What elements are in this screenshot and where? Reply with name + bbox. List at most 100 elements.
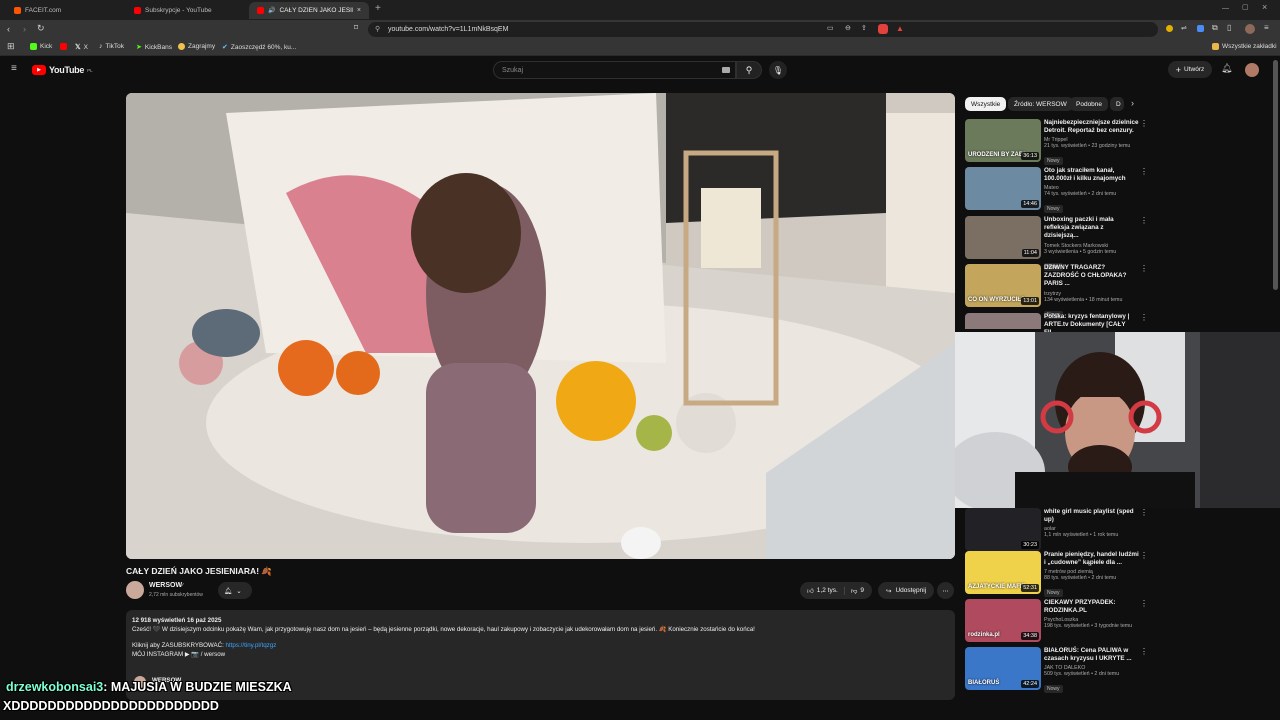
reload-icon[interactable]: ↻ [37,24,45,33]
close-window-icon[interactable]: × [1262,3,1267,12]
all-bookmarks[interactable]: Wszystkie zakładki [1212,43,1277,50]
logo-region: PL [87,67,93,73]
more-vertical-icon[interactable]: ⋮ [1140,647,1148,656]
video-meta: 3 wyświetlenia • 5 godzin temu [1044,248,1117,255]
bookmark-x[interactable]: 𝕏 X [75,43,88,52]
page-scrollbar[interactable] [1273,60,1278,290]
url-field[interactable]: ⚲ youtube.com/watch?v=1L1mNkBsqEM [368,22,1158,37]
youtube-logo[interactable]: ▶ YouTube PL [32,65,93,75]
account-avatar[interactable] [1245,63,1259,77]
recommended-video[interactable]: AZJATYCKIE MAFIE 52:31 Pranie pieniędzy, h… [965,551,1265,598]
channel-name[interactable]: WERSOW [149,582,182,589]
more-vertical-icon[interactable]: ⋮ [1140,264,1148,273]
speaker-icon: 🔊 [268,7,276,14]
recommended-video[interactable]: BIAŁORUŚ 42:24 BIAŁORUŚ: Cena PALIWA w cza… [965,647,1265,695]
chip-more[interactable]: D [1110,97,1124,111]
chip-similar[interactable]: Podobne [1070,97,1109,111]
video-meta: 134 wyświetlenia • 18 minut temu [1044,296,1123,303]
kickbans-icon: ➤ [136,44,142,51]
bookmark-kickbans[interactable]: ➤ KickBans [136,43,172,52]
recommended-video[interactable]: 11:04 Unboxing paczki i mała refleksja zw… [965,216,1265,271]
all-bookmarks-label: Wszystkie zakładki [1222,43,1277,50]
more-vertical-icon[interactable]: ⋮ [1140,599,1148,608]
video-title: BIAŁORUŚ: Cena PALIWA w czasach kryzysu … [1044,647,1132,663]
video-thumbnail[interactable]: URODZENI BY ZABI 36:13 [965,119,1041,162]
video-thumbnail[interactable]: BIAŁORUŚ 42:24 [965,647,1041,690]
like-button[interactable]: 👍︎ 1,2 tys. [807,586,845,595]
extensions-puzzle-icon[interactable]: ⧉ [1212,24,1218,32]
bookmark-tiktok[interactable]: ♪ TikTok [99,43,124,50]
bookmark-star-icon[interactable]: ⌑ [354,24,358,32]
profile-avatar-icon[interactable] [1245,24,1255,34]
forward-icon[interactable]: › [23,25,26,34]
vpn-icon[interactable]: ⇌ [1181,25,1187,32]
voice-search-button[interactable]: 🎙 [769,61,787,79]
video-thumbnail[interactable]: CO ON WYRZUCIŁ? 13:01 [965,264,1041,307]
recommended-video[interactable]: rodzinka.pl 34:38 CIEKAWY PRZYPADEK: RODZI… [965,599,1265,645]
tab-faceit[interactable]: FACEIT.com [6,2,124,19]
video-player[interactable] [126,93,955,559]
video-thumbnail[interactable]: AZJATYCKIE MAFIE 52:31 [965,551,1041,594]
keyboard-icon[interactable] [722,67,730,73]
duration-badge: 52:31 [1021,584,1039,592]
subscription-bell-button[interactable]: 🔔︎ ⌄ [218,582,252,599]
more-vertical-icon[interactable]: ⋮ [1140,119,1148,128]
share-button[interactable]: ↪ Udostępnij [878,582,935,599]
more-vertical-icon[interactable]: ⋮ [1140,508,1148,517]
create-button[interactable]: + Utwórz [1168,61,1212,78]
more-vertical-icon[interactable]: ⋮ [1140,551,1148,560]
dislike-button[interactable]: 👎︎ 9 [845,587,872,595]
bookmark-zagrajmy[interactable]: Zagrajmy [178,43,215,50]
maximize-icon[interactable]: ▢ [1242,4,1249,11]
new-tab-icon[interactable]: + [375,4,381,14]
close-tab-icon[interactable]: × [357,7,361,14]
search-button[interactable]: ⚲ [736,61,762,79]
video-thumbnail[interactable]: 30:23 [965,508,1041,551]
recommended-video[interactable]: Polska: kryzys fentanylowy | ARTE.tv Dok… [965,313,1265,336]
more-vertical-icon[interactable]: ⋮ [1140,313,1148,322]
bookmark-label: Zagrajmy [188,43,216,50]
back-icon[interactable]: ‹ [7,25,10,34]
hamburger-menu-icon[interactable]: ≡ [11,64,17,74]
recommended-video[interactable]: URODZENI BY ZABI 36:13 Najniebezpieczniejs… [965,119,1265,166]
video-info: BIAŁORUŚ: Cena PALIWA w czasach kryzysu … [1044,647,1139,695]
bookmark-youtube[interactable] [60,43,67,50]
video-thumbnail[interactable] [965,313,1041,329]
chip-all[interactable]: Wszystkie [965,97,1007,111]
notifications-bell-icon[interactable]: 🔔︎ [1221,64,1232,73]
rewards-icon[interactable]: ▲ [896,24,904,33]
share-icon[interactable]: ⇪ [861,25,867,32]
recommended-video[interactable]: 14:46 Oto jak straciłem kanał, 100.000zł … [965,167,1265,214]
chevron-right-icon[interactable]: › [1131,99,1134,108]
more-vertical-icon[interactable]: ⋮ [1140,167,1148,176]
chip-source[interactable]: Źródło: WERSOW [1008,97,1073,111]
more-vertical-icon[interactable]: ⋮ [1140,216,1148,225]
minimize-icon[interactable]: — [1222,5,1229,12]
apps-grid-icon[interactable]: ⊞ [7,42,15,51]
bookmark-kick[interactable]: Kick [30,43,52,50]
video-title: Najniebezpieczniejsze dzielnice Detroit.… [1044,119,1139,135]
site-info-icon[interactable]: ⚲ [375,25,380,33]
search-placeholder: Szukaj [502,66,524,74]
channel-avatar[interactable] [126,581,144,599]
zoom-icon[interactable]: ⊖ [845,25,851,32]
tab-subscriptions[interactable]: Subskrypcje - YouTube [126,2,246,19]
youtube-header: ≡ ▶ YouTube PL Szukaj ⚲ 🎙 + Utwórz 🔔︎ [0,57,1280,83]
cast-icon[interactable]: ▭ [827,25,834,32]
video-thumbnail[interactable]: 14:46 [965,167,1041,210]
bookmarks-bar: ⊞ Kick 𝕏 X ♪ TikTok ➤ KickBans Zagrajmy … [0,39,1280,56]
search-input[interactable]: Szukaj [493,61,736,79]
wallet-icon[interactable] [1197,25,1204,32]
recommended-video[interactable]: CO ON WYRZUCIŁ? 13:01 DZIWNY TRAGARZ? ZAZD… [965,264,1265,319]
bookmark-steam[interactable]: ✔ Zaoszczędź 60%, ku... [222,43,296,52]
more-actions-button[interactable]: ⋯ [937,582,954,599]
brave-shield-icon[interactable] [878,24,888,34]
extension-icon[interactable] [1166,25,1173,32]
subscribe-link[interactable]: https://tiny.pl/tqzgz [226,642,277,649]
recommended-video[interactable]: 30:23 white girl music playlist (sped up)… [965,508,1265,554]
video-thumbnail[interactable]: 11:04 [965,216,1041,259]
sidebar-icon[interactable]: ▯ [1227,24,1231,32]
menu-icon[interactable]: ≡ [1264,24,1269,32]
video-thumbnail[interactable]: rodzinka.pl 34:38 [965,599,1041,642]
tab-current-video[interactable]: 🔊 CAŁY DZIEŃ JAKO JESIENIAR... × [249,2,369,19]
